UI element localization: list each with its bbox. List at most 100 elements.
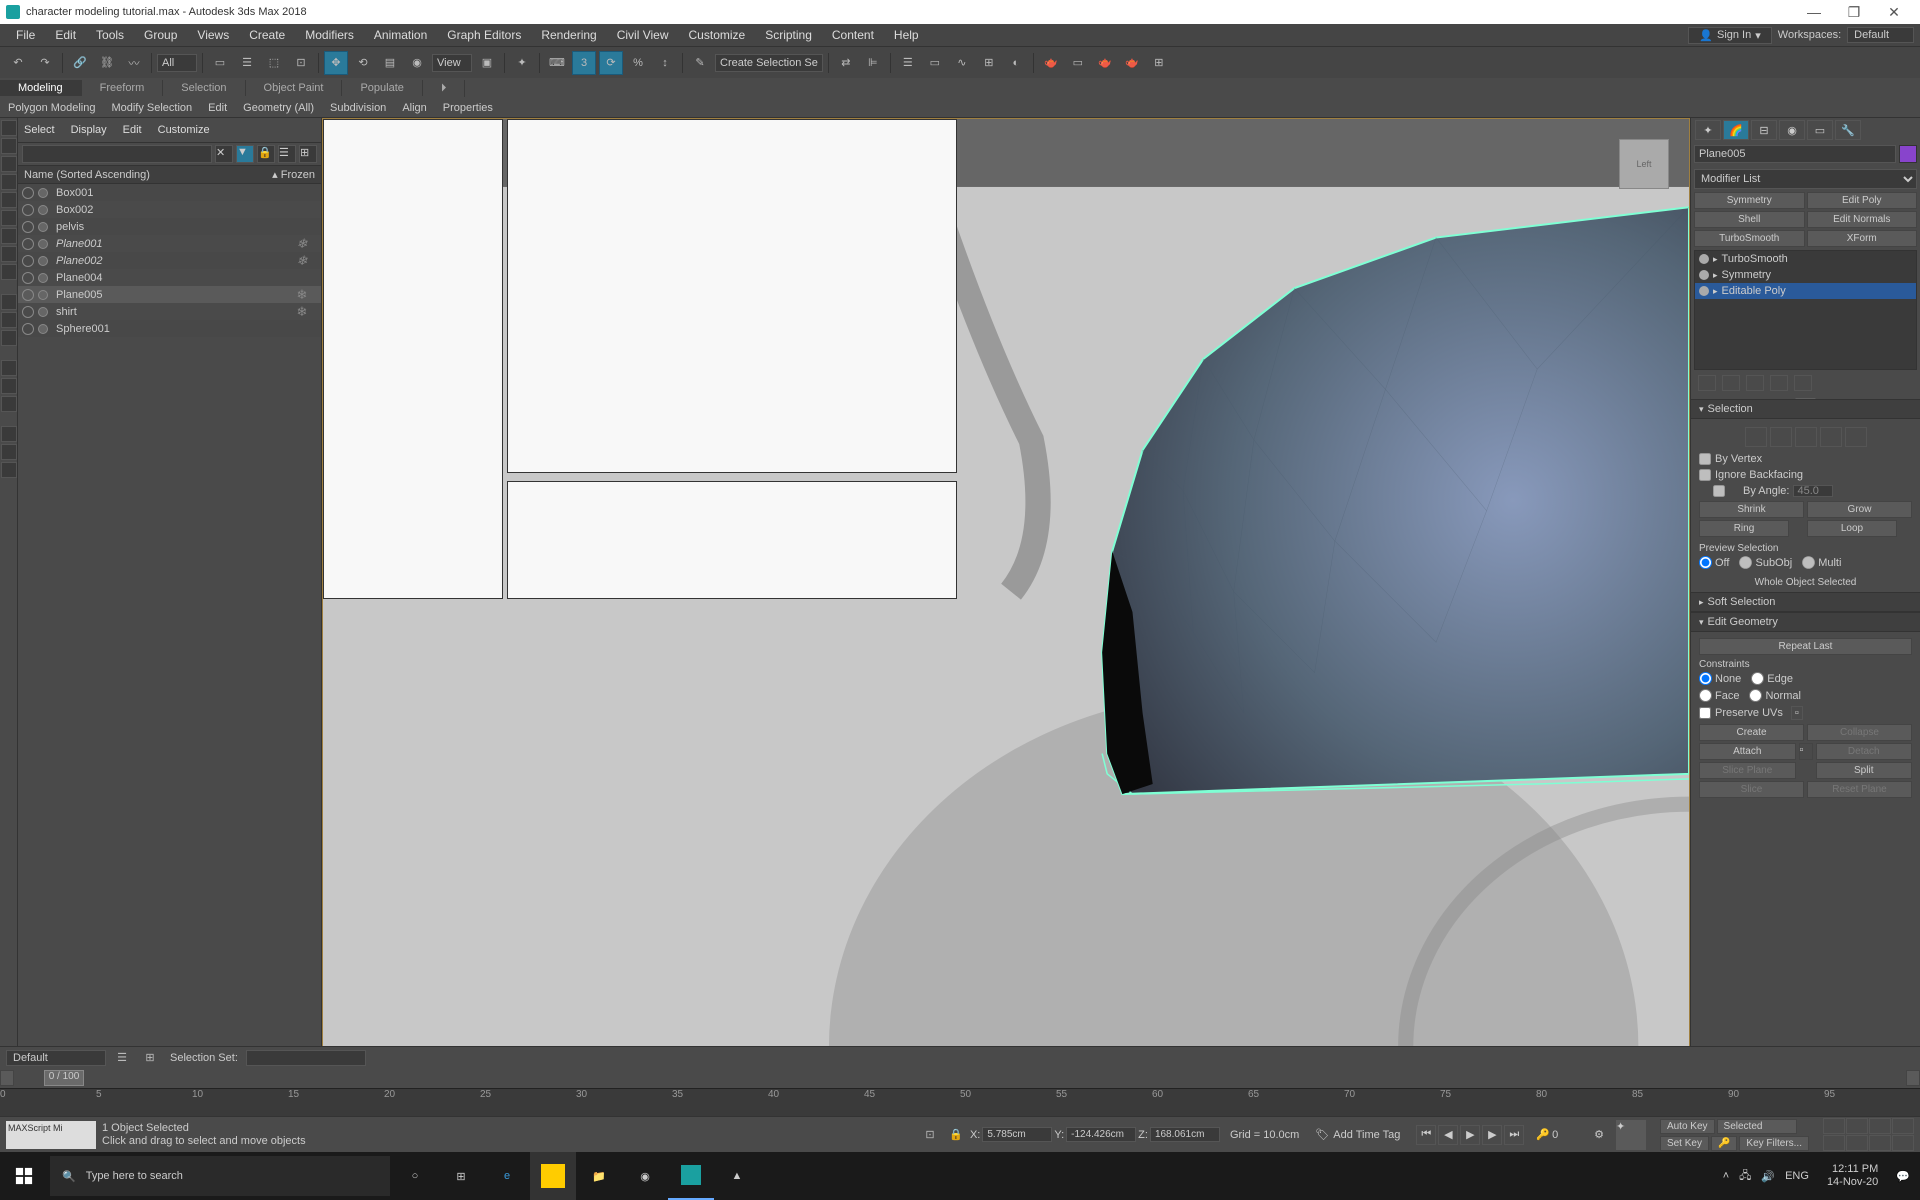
- percent-snap-button[interactable]: %: [626, 51, 650, 75]
- visibility-icon[interactable]: [22, 255, 34, 267]
- menu-help[interactable]: Help: [884, 28, 929, 42]
- menu-tools[interactable]: Tools: [86, 28, 134, 42]
- btn-repeat-last[interactable]: Repeat Last: [1699, 638, 1912, 655]
- tab-modify[interactable]: 🌈: [1723, 120, 1749, 140]
- ribbon-tab-modeling[interactable]: Modeling: [0, 80, 82, 96]
- align-button[interactable]: ⊫: [861, 51, 885, 75]
- set-key-large-btn[interactable]: ✦: [1616, 1120, 1646, 1150]
- select-object-button[interactable]: ▭: [208, 51, 232, 75]
- ribbon-tab-selection[interactable]: Selection: [163, 80, 245, 96]
- goto-end-button[interactable]: ⏭: [1504, 1125, 1524, 1145]
- scene-row[interactable]: Box002: [18, 201, 321, 218]
- select-move-button[interactable]: ✥: [324, 51, 348, 75]
- modbtn-shell[interactable]: Shell: [1694, 211, 1805, 228]
- leftstrip-btn[interactable]: [1, 192, 17, 208]
- visibility-icon[interactable]: [22, 204, 34, 216]
- leftstrip-btn[interactable]: [1, 330, 17, 346]
- ribbon-sub-subdiv[interactable]: Subdivision: [322, 100, 394, 116]
- visibility-icon[interactable]: [22, 221, 34, 233]
- taskbar-cortana[interactable]: ○: [392, 1152, 438, 1200]
- leftstrip-btn[interactable]: [1, 444, 17, 460]
- stack-remove-btn[interactable]: [1770, 375, 1788, 391]
- scene-view-btn[interactable]: ☰: [278, 145, 296, 163]
- play-button[interactable]: ▶: [1460, 1125, 1480, 1145]
- bind-button[interactable]: 〰: [122, 51, 146, 75]
- link-button[interactable]: 🔗: [68, 51, 92, 75]
- next-frame-button[interactable]: ▶: [1482, 1125, 1502, 1145]
- leftstrip-btn[interactable]: [1, 156, 17, 172]
- rect-region-button[interactable]: ⬚: [262, 51, 286, 75]
- menu-views[interactable]: Views: [187, 28, 239, 42]
- rollout-editgeo-header[interactable]: ▾Edit Geometry: [1691, 612, 1920, 632]
- scene-row[interactable]: shirt❄: [18, 303, 321, 320]
- time-config-btn[interactable]: ⚙: [1594, 1128, 1604, 1141]
- leftstrip-btn[interactable]: [1, 426, 17, 442]
- time-slider-thumb[interactable]: 0 / 100: [44, 1070, 84, 1086]
- ribbon-sub-polymodeling[interactable]: Polygon Modeling: [0, 100, 103, 116]
- time-slider[interactable]: 0 / 100: [0, 1068, 1920, 1088]
- setkey-button[interactable]: Set Key: [1660, 1136, 1709, 1151]
- menu-file[interactable]: File: [6, 28, 45, 42]
- menu-grapheditors[interactable]: Graph Editors: [437, 28, 531, 42]
- frame-spinner[interactable]: 0: [1552, 1129, 1592, 1141]
- ribbon-sub-properties[interactable]: Properties: [435, 100, 501, 116]
- tab-utilities[interactable]: 🔧: [1835, 120, 1861, 140]
- scene-row[interactable]: Plane004: [18, 269, 321, 286]
- scene-header-frozen[interactable]: ▴ Frozen: [255, 168, 315, 181]
- taskbar-taskview[interactable]: ⊞: [438, 1152, 484, 1200]
- chk-preserve-uvs[interactable]: Preserve UVs ▫: [1699, 704, 1912, 722]
- keyboard-shortcut-button[interactable]: ⌨: [545, 51, 569, 75]
- menu-create[interactable]: Create: [239, 28, 295, 42]
- scene-lock-btn[interactable]: 🔒: [257, 145, 275, 163]
- chk-by-angle[interactable]: By Angle:: [1699, 483, 1912, 499]
- modifier-toggle-icon[interactable]: [1699, 286, 1709, 296]
- tray-clock[interactable]: 12:11 PM14-Nov-20: [1819, 1163, 1886, 1189]
- menu-edit[interactable]: Edit: [45, 28, 86, 42]
- modbtn-editnormals[interactable]: Edit Normals: [1807, 211, 1918, 228]
- modifier-stack-row[interactable]: ▸Symmetry: [1695, 267, 1916, 283]
- visibility-icon[interactable]: [22, 187, 34, 199]
- btn-ring[interactable]: Ring: [1699, 520, 1789, 537]
- scene-tab-edit[interactable]: Edit: [123, 124, 142, 136]
- viewport-top-right[interactable]: [507, 119, 957, 473]
- btn-slice-plane[interactable]: Slice Plane: [1699, 762, 1796, 779]
- maximize-button[interactable]: ❐: [1834, 4, 1874, 21]
- coord-y-input[interactable]: -124.426cm: [1066, 1127, 1136, 1142]
- select-manipulate-button[interactable]: ✦: [510, 51, 534, 75]
- modbtn-editpoly[interactable]: Edit Poly: [1807, 192, 1918, 209]
- leftstrip-btn[interactable]: [1, 120, 17, 136]
- leftstrip-btn[interactable]: [1, 360, 17, 376]
- visibility-icon[interactable]: [22, 272, 34, 284]
- menu-rendering[interactable]: Rendering: [531, 28, 606, 42]
- material-editor-button[interactable]: ◐: [1004, 51, 1028, 75]
- radio-multi[interactable]: Multi: [1802, 556, 1841, 569]
- leftstrip-btn[interactable]: [1, 138, 17, 154]
- key-filters-button[interactable]: Key Filters...: [1739, 1136, 1809, 1151]
- ribbon-tab-populate[interactable]: Populate: [342, 80, 422, 96]
- subobj-border[interactable]: [1795, 427, 1817, 447]
- tab-display[interactable]: ▭: [1807, 120, 1833, 140]
- leftstrip-btn[interactable]: [1, 246, 17, 262]
- ribbon-sub-geometry[interactable]: Geometry (All): [235, 100, 322, 116]
- rollout-selection-header[interactable]: ▾Selection: [1691, 399, 1920, 419]
- scene-list[interactable]: Box001Box002pelvisPlane001❄Plane002❄Plan…: [18, 184, 321, 1116]
- use-pivot-button[interactable]: ▣: [475, 51, 499, 75]
- ribbon-sub-modifysel[interactable]: Modify Selection: [103, 100, 200, 116]
- radio-edge[interactable]: Edge: [1751, 672, 1793, 685]
- render-a360-button[interactable]: ⊞: [1147, 51, 1171, 75]
- leftstrip-btn[interactable]: [1, 396, 17, 412]
- visibility-icon[interactable]: [22, 323, 34, 335]
- menu-civilview[interactable]: Civil View: [607, 28, 679, 42]
- key-mode-btn[interactable]: 🔑: [1536, 1128, 1550, 1141]
- stack-pin-btn[interactable]: [1698, 375, 1716, 391]
- btn-reset-plane[interactable]: Reset Plane: [1807, 781, 1912, 798]
- tray-lang[interactable]: ENG: [1785, 1170, 1809, 1182]
- subobj-element[interactable]: [1845, 427, 1867, 447]
- taskbar-edge[interactable]: e: [484, 1152, 530, 1200]
- scene-row[interactable]: Plane005❄: [18, 286, 321, 303]
- nav-maximize[interactable]: [1892, 1135, 1914, 1151]
- modifier-list-dropdown[interactable]: Modifier List: [1694, 169, 1917, 189]
- modbtn-turbosmooth[interactable]: TurboSmooth: [1694, 230, 1805, 247]
- prev-frame-button[interactable]: ◀: [1438, 1125, 1458, 1145]
- modifier-stack-row[interactable]: ▸TurboSmooth: [1695, 251, 1916, 267]
